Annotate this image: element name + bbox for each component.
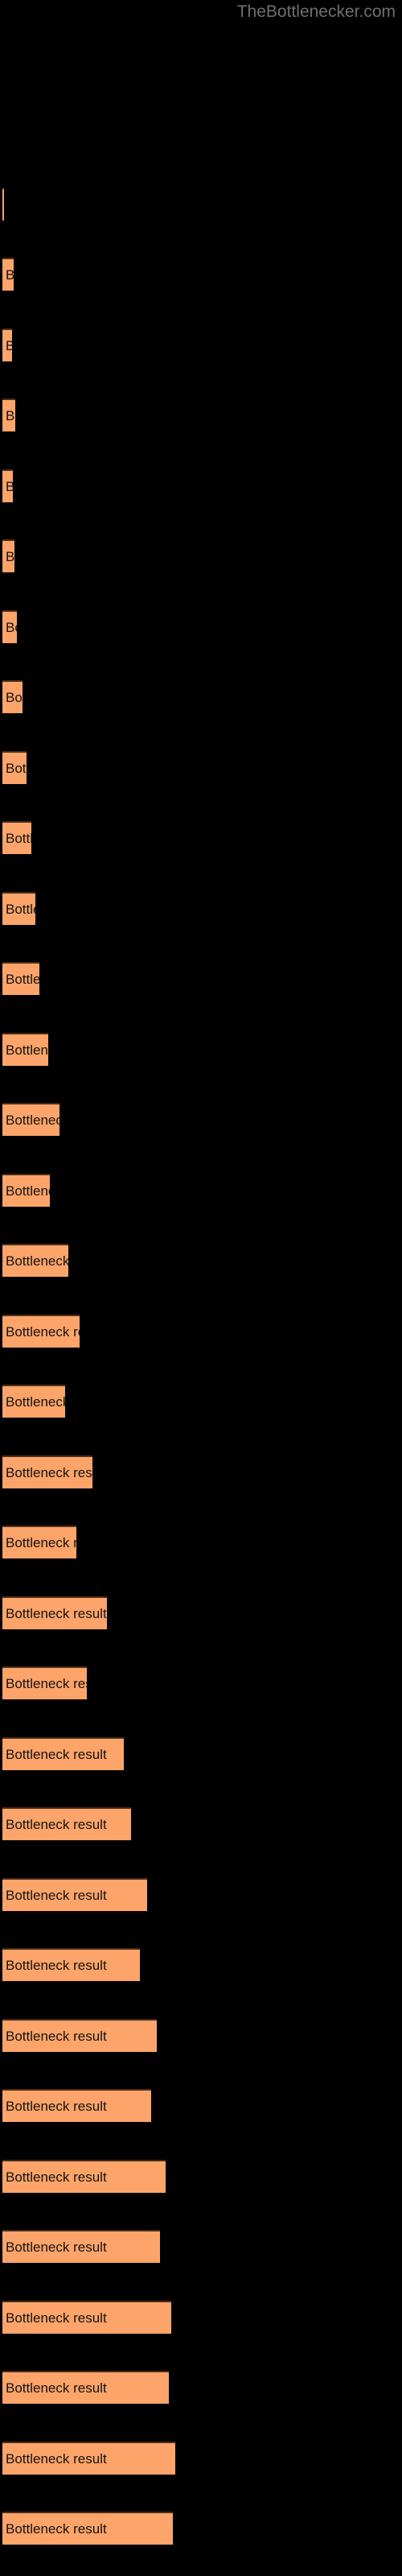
bar[interactable]: Bottleneck result [2, 2442, 175, 2475]
bar[interactable]: Bottleneck result [2, 751, 27, 784]
bar-label: Bottleneck result [6, 479, 13, 495]
bar-label: Bottleneck result [6, 1464, 92, 1480]
bar-label: Bottleneck result [6, 2239, 107, 2255]
bar-label: Bottleneck result [6, 1957, 107, 1973]
bar[interactable]: Bottleneck result [2, 1666, 87, 1699]
bar-label: Bottleneck result [6, 548, 14, 564]
bar-label: Bottleneck result [6, 760, 27, 776]
bar-label: Bottleneck result [6, 1887, 107, 1903]
bar[interactable]: Bottleneck result [2, 188, 4, 221]
bar-label: Bottleneck result [6, 1393, 65, 1410]
bar[interactable]: Bottleneck result [2, 892, 35, 925]
bar-label: Bottleneck result [6, 901, 35, 917]
bar[interactable]: Bottleneck result [2, 469, 13, 502]
bar[interactable]: Bottleneck result [2, 1525, 76, 1558]
bar-label: Bottleneck result [6, 2169, 107, 2185]
bar-label: Bottleneck result [6, 1675, 87, 1691]
bar-label: Bottleneck result [6, 1746, 107, 1762]
bar[interactable]: Bottleneck result [2, 398, 15, 431]
bar-label: Bottleneck result [6, 2098, 107, 2114]
bar-label: Bottleneck result [6, 338, 12, 354]
bar[interactable]: Bottleneck result [2, 1737, 124, 1770]
bar[interactable]: Bottleneck result [2, 2230, 160, 2263]
bar[interactable]: Bottleneck result [2, 1455, 92, 1488]
bar-label: Bottleneck result [6, 619, 17, 635]
bar-label: Bottleneck result [6, 1253, 68, 1269]
bar-chart: TheBottlenecker.com Bottleneck resultBot… [0, 0, 402, 2576]
bar[interactable]: Bottleneck result [2, 328, 12, 361]
bar-label: Bottleneck result [6, 1605, 107, 1621]
bar[interactable]: Bottleneck result [2, 2019, 157, 2052]
bar[interactable]: Bottleneck result [2, 1807, 131, 1840]
bar-label: Bottleneck result [6, 2310, 107, 2326]
bar[interactable]: Bottleneck result [2, 1103, 59, 1136]
bar[interactable]: Bottleneck result [2, 2089, 151, 2122]
bar[interactable]: Bottleneck result [2, 1948, 140, 1981]
bar-label: Bottleneck result [6, 407, 15, 423]
bar-label: Bottleneck result [6, 830, 31, 846]
bar[interactable]: Bottleneck result [2, 1174, 50, 1207]
bar[interactable]: Bottleneck result [2, 1878, 147, 1911]
bar-label: Bottleneck result [6, 2028, 107, 2044]
bar-label: Bottleneck result [6, 1323, 80, 1340]
bar-label: Bottleneck result [6, 1534, 76, 1550]
bar[interactable]: Bottleneck result [2, 539, 14, 572]
bar-label: Bottleneck result [6, 971, 39, 987]
bar-label: Bottleneck result [6, 1042, 48, 1058]
bar[interactable]: Bottleneck result [2, 610, 17, 643]
bar[interactable]: Bottleneck result [2, 1385, 65, 1418]
bar[interactable]: Bottleneck result [2, 2301, 171, 2334]
bar-label: Bottleneck result [6, 1112, 59, 1128]
bar[interactable]: Bottleneck result [2, 1315, 80, 1348]
bar-label: Bottleneck result [6, 2450, 107, 2467]
bar[interactable]: Bottleneck result [2, 1244, 68, 1277]
bar[interactable]: Bottleneck result [2, 1033, 48, 1066]
bar[interactable]: Bottleneck result [2, 2160, 166, 2193]
bar-label: Bottleneck result [6, 2520, 107, 2537]
bar-label: Bottleneck result [6, 1816, 107, 1832]
bar[interactable]: Bottleneck result [2, 2371, 169, 2404]
bar-label: Bottleneck result [6, 267, 14, 283]
bar[interactable]: Bottleneck result [2, 1596, 107, 1629]
bar[interactable]: Bottleneck result [2, 680, 23, 713]
bar[interactable]: Bottleneck result [2, 258, 14, 291]
bar-label: Bottleneck result [6, 689, 23, 705]
bar[interactable]: Bottleneck result [2, 821, 31, 854]
bar-label: Bottleneck result [6, 1183, 50, 1199]
bar-label: Bottleneck result [6, 2380, 107, 2396]
bar[interactable]: Bottleneck result [2, 962, 39, 995]
plot-area: Bottleneck result Bottleneck result Bottle… [0, 0, 402, 2576]
bar[interactable]: Bottleneck result [2, 2512, 173, 2545]
